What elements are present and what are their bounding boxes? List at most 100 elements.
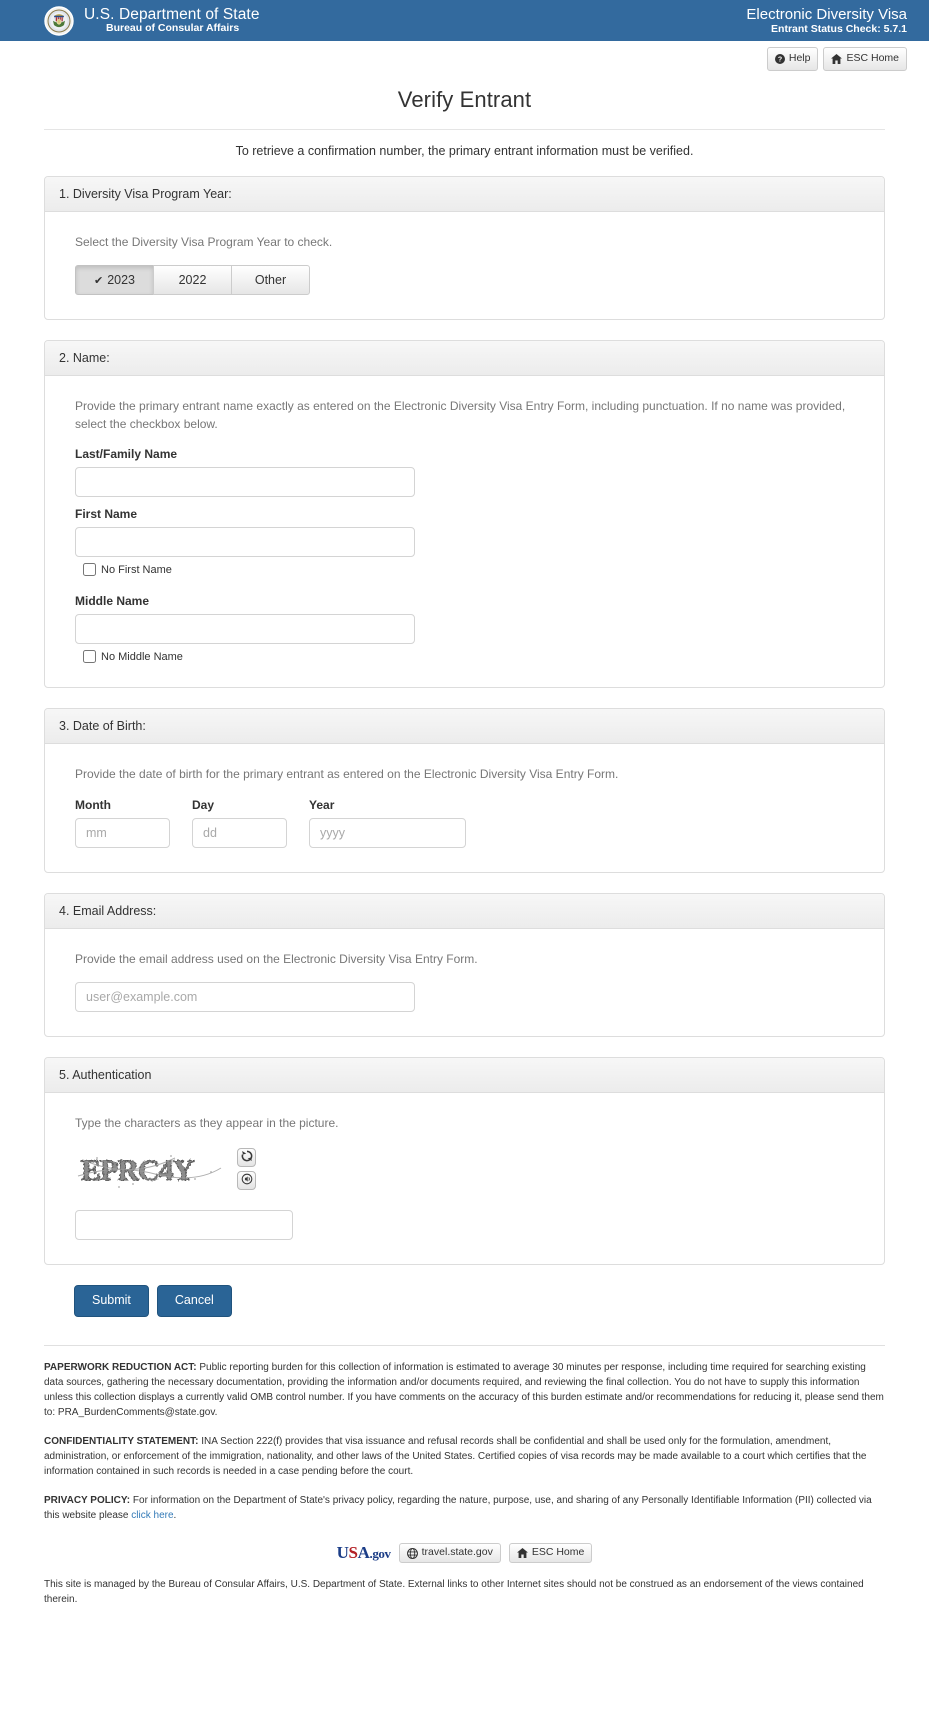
captcha-refresh-button[interactable] (237, 1148, 256, 1168)
dob-day-label: Day (192, 797, 215, 812)
travel-state-gov-label: travel.state.gov (421, 1546, 493, 1559)
app-title: Electronic Diversity Visa (746, 5, 907, 23)
footer-esc-home-button[interactable]: ESC Home (508, 1543, 593, 1563)
bureau-subtitle: Bureau of Consular Affairs (106, 22, 240, 35)
privacy-policy: PRIVACY POLICY: For information on the D… (44, 1493, 885, 1523)
dob-month-label: Month (75, 797, 111, 812)
audio-speaker-icon (241, 1173, 253, 1188)
program-year-option-other[interactable]: Other (231, 265, 310, 296)
form-actions: Submit Cancel (74, 1285, 885, 1318)
check-icon: ✔ (93, 275, 104, 288)
submit-button[interactable]: Submit (74, 1285, 149, 1318)
captcha-row: EPRC4Y (75, 1146, 854, 1193)
last-name-input[interactable] (75, 467, 415, 498)
middle-name-label: Middle Name (75, 594, 150, 609)
email-helper: Provide the email address used on the El… (75, 951, 478, 966)
first-name-label: First Name (75, 507, 138, 522)
panel-authentication-heading: 5. Authentication (45, 1057, 884, 1093)
dob-year-label: Year (309, 797, 335, 812)
cancel-button[interactable]: Cancel (156, 1285, 232, 1318)
legal-divider (44, 1345, 885, 1347)
utility-bar: ? Help ESC Home (0, 41, 929, 71)
panel-name-body: Provide the primary entrant name exactly… (45, 376, 884, 687)
panel-date-of-birth-body: Provide the date of birth for the primar… (45, 744, 884, 871)
panel-email-body: Provide the email address used on the El… (45, 929, 884, 1036)
page-intro: To retrieve a confirmation number, the p… (235, 144, 694, 158)
home-icon (831, 54, 843, 64)
panel-authentication: 5. Authentication Type the characters as… (44, 1056, 885, 1266)
no-first-name-row: No First Name (75, 563, 854, 577)
program-year-option-2023[interactable]: ✔ 2023 (75, 265, 154, 296)
email-input[interactable] (75, 981, 415, 1012)
dob-day-input[interactable] (192, 817, 287, 848)
help-button[interactable]: ? Help (766, 47, 819, 71)
paperwork-reduction-act-title: PAPERWORK REDUCTION ACT: (44, 1362, 197, 1374)
usagov-logo-s: S (348, 1543, 358, 1563)
refresh-icon (241, 1150, 253, 1165)
panel-program-year-body: Select the Diversity Visa Program Year t… (45, 212, 884, 319)
confidentiality-statement-title: CONFIDENTIALITY STATEMENT: (44, 1436, 199, 1448)
program-year-option-2022-label: 2022 (178, 273, 207, 288)
middle-name-input[interactable] (75, 614, 415, 645)
help-button-label: Help (788, 52, 811, 65)
footer-bar: U S A .gov travel.state.gov ESC Home (44, 1543, 885, 1563)
privacy-policy-link[interactable]: click here (131, 1510, 173, 1521)
panel-date-of-birth-heading: 3. Date of Birth: (45, 709, 884, 745)
no-middle-name-label[interactable]: No Middle Name (101, 651, 183, 663)
paperwork-reduction-act: PAPERWORK REDUCTION ACT: Public reportin… (44, 1360, 885, 1420)
privacy-policy-tail: . (173, 1510, 177, 1522)
travel-state-gov-button[interactable]: travel.state.gov (398, 1543, 501, 1563)
authentication-helper: Type the characters as they appear in th… (75, 1115, 339, 1130)
panel-name: 2. Name: Provide the primary entrant nam… (44, 340, 885, 689)
program-year-option-2022[interactable]: 2022 (153, 265, 232, 296)
panel-program-year: 1. Diversity Visa Program Year: Select t… (44, 176, 885, 321)
date-of-birth-helper: Provide the date of birth for the primar… (75, 767, 619, 782)
no-middle-name-checkbox[interactable] (83, 650, 96, 664)
usagov-logo-dotgov: .gov (369, 1546, 391, 1562)
program-year-helper: Select the Diversity Visa Program Year t… (75, 235, 333, 249)
panel-authentication-body: Type the characters as they appear in th… (45, 1093, 884, 1264)
panel-date-of-birth: 3. Date of Birth: Provide the date of bi… (44, 708, 885, 873)
no-middle-name-row: No Middle Name (75, 650, 854, 664)
confidentiality-statement: CONFIDENTIALITY STATEMENT: INA Section 2… (44, 1434, 885, 1479)
dob-month-group: Month (75, 798, 170, 848)
svg-text:?: ? (778, 56, 782, 64)
program-year-option-2023-label: 2023 (107, 273, 136, 288)
banner-brand: U.S. Department of State Bureau of Consu… (44, 5, 260, 36)
esc-home-button[interactable]: ESC Home (823, 47, 907, 71)
date-of-birth-fields: Month Day Year (75, 798, 854, 848)
usagov-logo-a: A (357, 1543, 370, 1563)
home-icon (516, 1548, 528, 1559)
dob-month-input[interactable] (75, 817, 170, 848)
program-year-button-group: ✔ 2023 2022 Other (75, 265, 854, 296)
page-title: Verify Entrant (397, 87, 532, 112)
program-year-option-other-label: Other (254, 273, 287, 288)
dob-day-group: Day (192, 798, 287, 848)
department-text: U.S. Department of State Bureau of Consu… (84, 6, 260, 35)
globe-icon (406, 1547, 418, 1559)
privacy-policy-title: PRIVACY POLICY: (44, 1495, 131, 1507)
no-first-name-checkbox[interactable] (83, 563, 96, 577)
esc-home-button-label: ESC Home (846, 52, 899, 65)
footer-note: This site is managed by the Bureau of Co… (44, 1579, 864, 1606)
last-name-label: Last/Family Name (75, 447, 178, 462)
panel-program-year-heading: 1. Diversity Visa Program Year: (45, 177, 884, 212)
captcha-input[interactable] (75, 1210, 293, 1241)
panel-name-heading: 2. Name: (45, 341, 884, 377)
usagov-logo-u: U (336, 1543, 349, 1563)
app-version: Entrant Status Check: 5.7.1 (771, 23, 907, 36)
footer-esc-home-label: ESC Home (531, 1546, 585, 1559)
name-helper: Provide the primary entrant name exactly… (75, 399, 846, 431)
captcha-audio-button[interactable] (237, 1171, 256, 1191)
dob-year-group: Year (309, 798, 466, 848)
state-department-seal-icon (44, 5, 74, 36)
dob-year-input[interactable] (309, 817, 466, 848)
first-name-input[interactable] (75, 527, 415, 558)
department-title: U.S. Department of State (84, 5, 260, 23)
title-divider (44, 129, 885, 130)
question-circle-icon: ? (774, 54, 785, 64)
usagov-logo[interactable]: U S A .gov (337, 1543, 391, 1563)
banner-app-info: Electronic Diversity Visa Entrant Status… (746, 6, 907, 35)
no-first-name-label[interactable]: No First Name (101, 564, 172, 576)
panel-email-heading: 4. Email Address: (45, 893, 884, 929)
